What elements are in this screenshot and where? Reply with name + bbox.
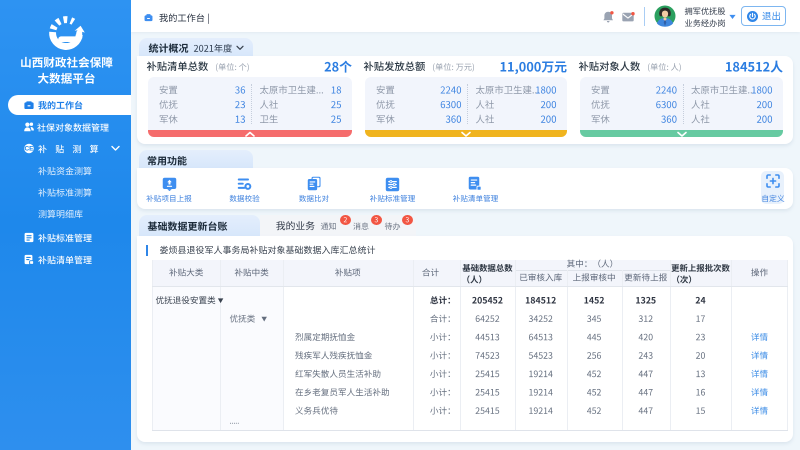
- svg-text:CE: CE: [24, 146, 34, 153]
